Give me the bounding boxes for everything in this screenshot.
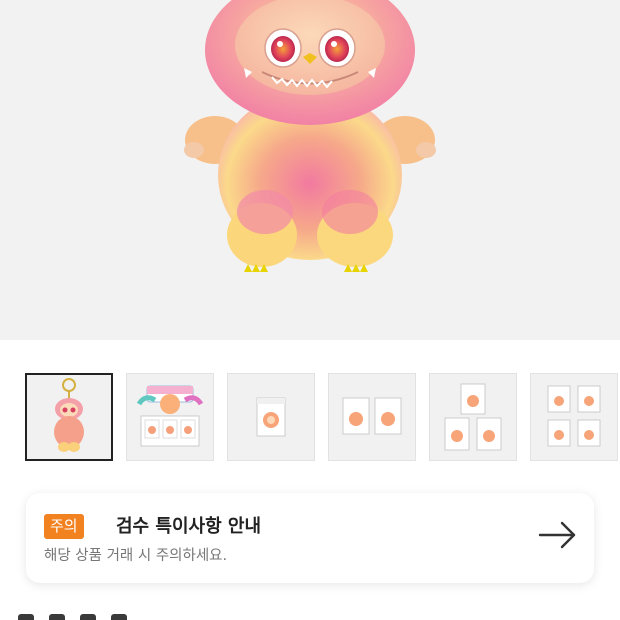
single-box-icon (256, 397, 286, 437)
notice-title: 검수 특이사항 안내 (116, 516, 262, 537)
thumbnail-two-boxes[interactable] (328, 373, 416, 461)
keychain-plush-icon (54, 378, 84, 452)
thumbnail-four-boxes[interactable] (530, 373, 618, 461)
thumbnail-display-box-set[interactable] (126, 373, 214, 461)
cut-off-text-fragment (49, 614, 66, 620)
thumbnail-strip (25, 373, 618, 461)
thumbnail-single-box[interactable] (227, 373, 315, 461)
arrow-right-icon[interactable] (538, 520, 578, 550)
thumbnail-keychain-plush[interactable] (25, 373, 113, 461)
cut-off-text-fragment (18, 614, 34, 620)
cut-off-text-fragment (80, 614, 97, 620)
product-hero-image[interactable] (0, 0, 620, 340)
notice-subtitle: 해당 상품 거래 시 주의하세요. (44, 548, 228, 564)
display-box-set-icon (136, 385, 204, 447)
plush-figure-illustration (184, 0, 436, 272)
three-boxes-icon (444, 383, 502, 451)
cut-off-text-fragment (111, 614, 128, 620)
next-section-peek (18, 606, 158, 620)
caution-badge: 주의 (44, 514, 84, 539)
thumbnail-three-boxes[interactable] (429, 373, 517, 461)
inspection-notice-card[interactable]: 주의 검수 특이사항 안내 해당 상품 거래 시 주의하세요. (26, 493, 594, 583)
two-boxes-icon (342, 397, 402, 435)
four-boxes-icon (547, 385, 601, 447)
